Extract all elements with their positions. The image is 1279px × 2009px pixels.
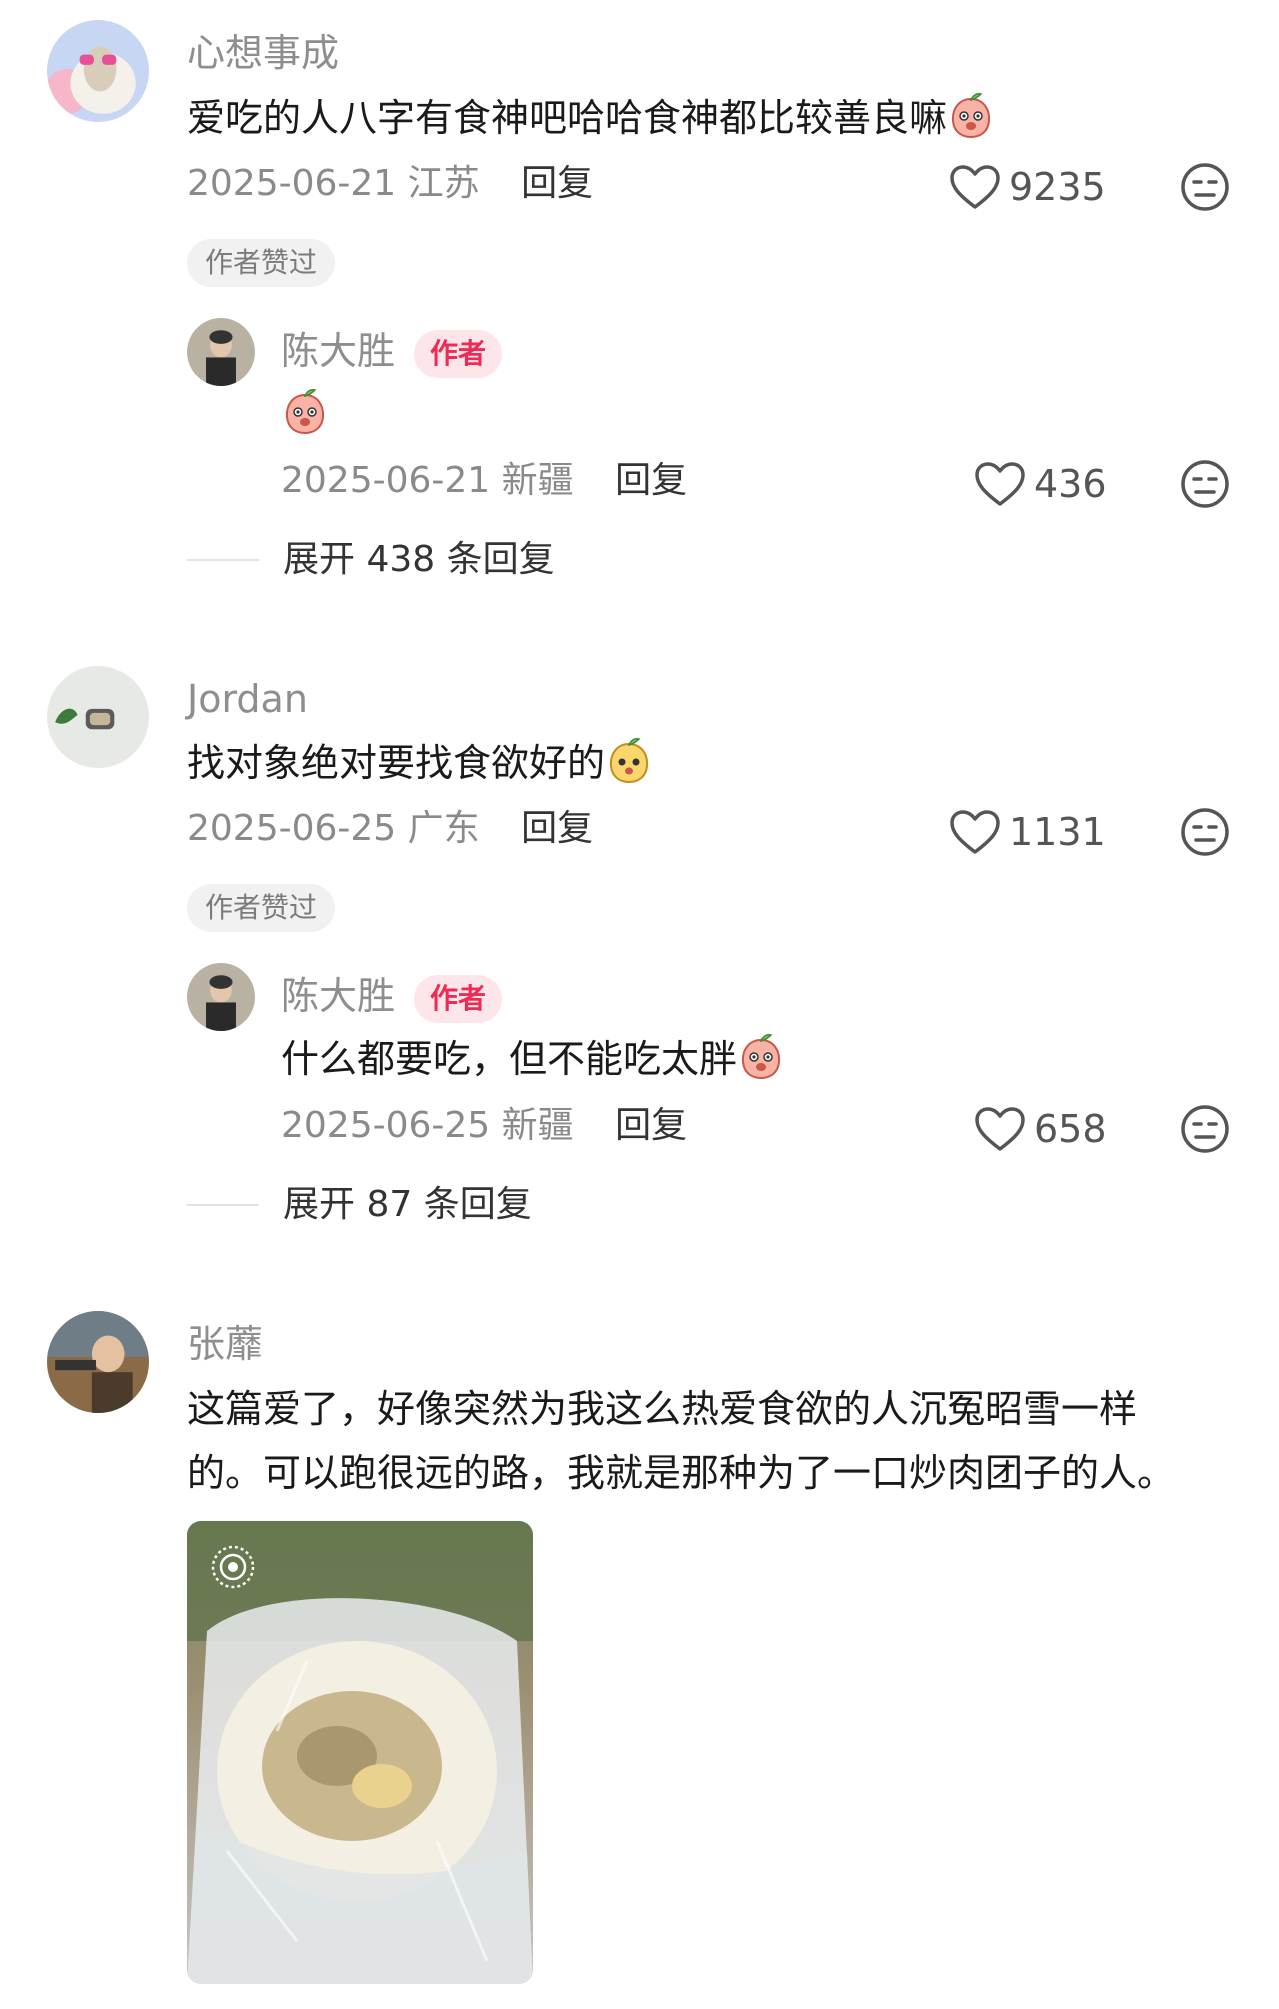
zhang-avatar-image: [47, 1311, 149, 1413]
live-photo-icon: [211, 1545, 255, 1589]
author-liked-badge: 作者赞过: [187, 239, 336, 287]
heart-outline-icon: [949, 164, 1001, 210]
comment-meta: 2025-06-21 江苏 回复: [187, 166, 593, 202]
comment-date: 2025-06-25: [281, 1105, 491, 1146]
heart-outline-icon: [949, 809, 1001, 855]
divider: [187, 1204, 259, 1206]
like-count: 9235: [1009, 165, 1106, 209]
expand-replies-button[interactable]: 展开 87 条回复: [187, 1187, 532, 1223]
commenter-name[interactable]: 心想事成: [187, 34, 339, 72]
author-tag: 作者: [414, 975, 503, 1023]
expand-replies-label: 展开 438 条回复: [283, 539, 555, 580]
peach-sticker-icon: [605, 736, 653, 784]
like-button[interactable]: 9235: [949, 164, 1106, 210]
author-reply-text: [281, 382, 329, 446]
author-avatar[interactable]: [187, 318, 255, 386]
comment-photo[interactable]: [187, 1521, 533, 1984]
comment-date: 2025-06-21: [187, 163, 397, 204]
author-tag: 作者: [414, 330, 503, 378]
reply-button[interactable]: 回复: [615, 1105, 687, 1146]
sheep-avatar-image: [47, 20, 149, 122]
comment-location: 新疆: [501, 460, 574, 501]
like-count: 1131: [1009, 810, 1106, 854]
author-liked-badge: 作者赞过: [187, 884, 336, 932]
jordan-avatar-image: [47, 666, 149, 768]
neutral-face-icon[interactable]: [1179, 1103, 1231, 1155]
like-button[interactable]: 1131: [949, 809, 1106, 855]
comment-date: 2025-06-21: [281, 460, 491, 501]
comment-text: 找对象绝对要找食欲好的: [187, 731, 653, 795]
comment-date: 2025-06-25: [187, 808, 397, 849]
comment-location: 江苏: [407, 163, 480, 204]
commenter-name[interactable]: Jordan: [187, 680, 308, 718]
peach-sticker-icon: [737, 1032, 785, 1080]
comment-text-content: 爱吃的人八字有食神吧哈哈食神都比较善良嘛: [187, 96, 948, 140]
avatar[interactable]: [47, 20, 149, 122]
author-reply-meta: 2025-06-21 新疆 回复: [281, 463, 687, 499]
reply-button[interactable]: 回复: [521, 163, 593, 204]
author-avatar[interactable]: [187, 963, 255, 1031]
peach-sticker-icon: [947, 91, 995, 139]
comment-location: 新疆: [501, 1105, 574, 1146]
author-avatar-image: [187, 318, 255, 386]
comment-meta: 2025-06-25 广东 回复: [187, 811, 593, 847]
reply-button[interactable]: 回复: [521, 808, 593, 849]
author-name[interactable]: 陈大胜: [281, 332, 395, 370]
comment-location: 广东: [407, 808, 480, 849]
like-button[interactable]: 436: [974, 461, 1107, 507]
like-button[interactable]: 658: [974, 1106, 1107, 1152]
author-reply-text: 什么都要吃，但不能吃太胖: [281, 1027, 785, 1091]
neutral-face-icon[interactable]: [1179, 161, 1231, 213]
peach-sticker-icon: [281, 387, 329, 435]
comment-text-line-1: 这篇爱了，好像突然为我这么热爱食欲的人沉冤昭雪一样: [187, 1387, 1138, 1431]
avatar[interactable]: [47, 666, 149, 768]
author-reply-meta: 2025-06-25 新疆 回复: [281, 1108, 687, 1144]
reply-button[interactable]: 回复: [615, 460, 687, 501]
author-name[interactable]: 陈大胜: [281, 977, 395, 1015]
expand-replies-button[interactable]: 展开 438 条回复: [187, 542, 555, 578]
heart-outline-icon: [974, 1106, 1026, 1152]
neutral-face-icon[interactable]: [1179, 458, 1231, 510]
expand-replies-label: 展开 87 条回复: [283, 1184, 532, 1225]
avatar[interactable]: [47, 1311, 149, 1413]
author-reply-text-content: 什么都要吃，但不能吃太胖: [281, 1037, 738, 1081]
heart-outline-icon: [974, 461, 1026, 507]
like-count: 436: [1034, 462, 1107, 506]
like-count: 658: [1034, 1107, 1107, 1151]
author-avatar-image: [187, 963, 255, 1031]
divider: [187, 559, 259, 561]
comment-text-line-2: 的。可以跑很远的路，我就是那种为了一口炒肉团子的人。: [187, 1451, 1176, 1495]
comment-text: 爱吃的人八字有食神吧哈哈食神都比较善良嘛: [187, 86, 995, 150]
commenter-name[interactable]: 张蘼: [187, 1325, 263, 1363]
neutral-face-icon[interactable]: [1179, 806, 1231, 858]
comment-text-content: 找对象绝对要找食欲好的: [187, 741, 606, 785]
